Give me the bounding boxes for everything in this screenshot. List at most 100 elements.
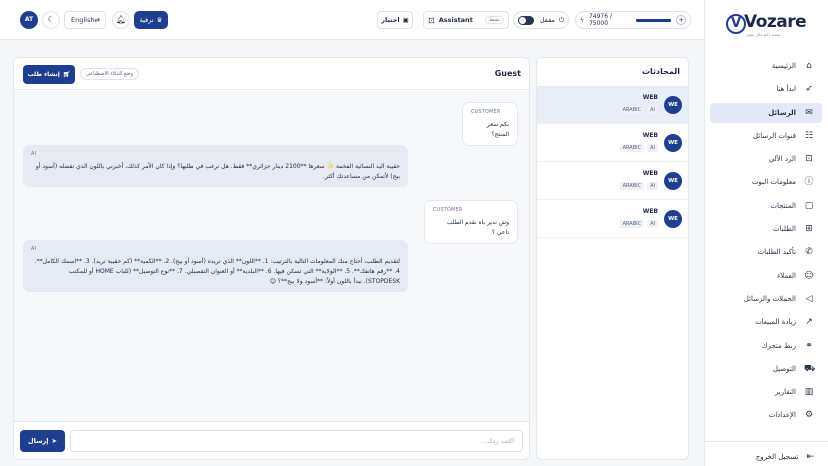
sidebar-item[interactable]: ☺ العملاء xyxy=(710,266,822,286)
sidebar-item[interactable]: ◁ الحملات والرسائل xyxy=(710,289,822,309)
assistant-status-badge: نشط xyxy=(485,16,504,24)
logout-icon: ⇤ xyxy=(806,452,814,462)
ai-mode-badge: وضع الذكاء الاصطناعي xyxy=(80,68,140,80)
conversation-item[interactable]: WE WEB ARABIC AI xyxy=(537,163,688,200)
bot-icon: ⊡ xyxy=(428,15,435,25)
sidebar-item[interactable]: ⓘ معلومات البوت xyxy=(710,172,822,192)
logout-button[interactable]: ⇤ تسجيل الخروج xyxy=(756,452,814,462)
message-role: CUSTOMER xyxy=(433,208,463,213)
conversation-channel: WEB xyxy=(642,170,658,177)
language-selector[interactable]: English ⇄ xyxy=(64,11,106,29)
brand-tagline: منصة ذكية لكل متجر xyxy=(746,32,781,37)
chat-panel: إنشاء طلب 🛒︎ وضع الذكاء الاصطناعي Guest … xyxy=(13,57,530,460)
user-avatar[interactable]: AT xyxy=(20,11,38,29)
chat-icon: ▣ xyxy=(402,16,409,24)
megaphone-icon: ◁ xyxy=(805,293,813,304)
sidebar-item[interactable]: ▥ التقارير xyxy=(710,382,822,402)
conversation-avatar: WE xyxy=(664,210,682,228)
brand-name: Vozare xyxy=(744,12,807,32)
message-text: لتقديم الطلب، أحتاج منك المعلومات التالي… xyxy=(34,258,400,285)
add-credits-button[interactable]: + xyxy=(676,15,686,25)
sidebar-item-label: التوصيل xyxy=(772,364,796,373)
sidebar-item[interactable]: ⊞ الطلبات xyxy=(710,219,822,239)
send-button[interactable]: إرسال ➤ xyxy=(20,430,65,452)
message-ai: AI حقيبة اليد النسائية الفخمة ✨ سعرها **… xyxy=(23,145,408,187)
cart-icon: ⊞ xyxy=(805,224,813,235)
lock-switch[interactable] xyxy=(518,15,534,25)
conversation-channel: WEB xyxy=(642,132,658,139)
sidebar-item-label: التقارير xyxy=(774,388,796,397)
conversation-item[interactable]: WE WEB ARABIC AI xyxy=(537,201,688,238)
sidebar-item-label: زيادة المبيعات xyxy=(755,318,796,327)
sidebar-item-label: العملاء xyxy=(777,271,796,280)
language-label: English xyxy=(71,16,95,24)
sidebar-item-label: معلومات البوت xyxy=(751,178,796,187)
link-icon: ⚭ xyxy=(805,340,813,351)
lock-toggle[interactable]: مقفل ⏻ xyxy=(513,11,569,29)
test-label: اختبار xyxy=(381,16,400,24)
bolt-icon: ϟ xyxy=(580,16,584,24)
conversation-tags: ARABIC AI xyxy=(619,220,658,228)
theme-toggle-button[interactable]: ☾ xyxy=(42,11,60,29)
power-icon: ⏻ xyxy=(558,15,564,24)
message-text: بكم سعر المنتج؟ xyxy=(486,121,509,138)
conversations-panel: المحادثات WE WEB ARABIC AI WE WEB ARABIC AI WE WE… xyxy=(536,57,689,460)
sidebar-item[interactable]: ⚙ الإعدادات xyxy=(710,405,822,425)
message-composer: إرسال ➤ xyxy=(14,421,529,459)
sidebar-item-label: الطلبات xyxy=(773,225,796,234)
sidebar-item-label: الحملات والرسائل xyxy=(743,294,796,303)
sidebar-item[interactable]: ☷ قنوات الرسائل xyxy=(710,126,822,146)
conversation-tag: AI xyxy=(647,144,658,152)
sidebar-item[interactable]: ➶ ابدأ هنا xyxy=(710,79,822,99)
rocket-icon: ➶ xyxy=(805,84,813,95)
conversation-item[interactable]: WE WEB ARABIC AI xyxy=(537,87,688,124)
credits-bar-fill xyxy=(635,18,672,22)
channels-icon: ☷ xyxy=(804,130,814,141)
conversation-item[interactable]: WE WEB ARABIC AI xyxy=(537,125,688,162)
message-text: وش ندير باه نقدم الطلب تاعي ؟ xyxy=(446,219,509,236)
assistant-selector[interactable]: ⊡ Assistant نشط xyxy=(423,11,509,29)
conversation-tag: ARABIC xyxy=(619,144,645,152)
conversation-avatar: WE xyxy=(664,96,682,114)
top-bar: AT ☾ English ⇄ 🔔︎ ترقية ♛ اختبار ▣ ⊡ Ass… xyxy=(0,0,704,40)
sidebar-item[interactable]: ⌂ الرئيسية xyxy=(710,56,822,76)
sidebar-item[interactable]: ✉ الرسائل xyxy=(710,102,822,123)
conversation-channel: WEB xyxy=(642,94,658,101)
brand-logo[interactable]: V Vozare منصة ذكية لكل متجر xyxy=(726,12,807,38)
sidebar-item-label: تأكيد الطلبات xyxy=(757,248,796,257)
conversation-channel: WEB xyxy=(642,208,658,215)
conversations-title: المحادثات xyxy=(641,67,680,76)
notifications-button[interactable]: 🔔︎ xyxy=(112,11,130,29)
users-icon: ☺ xyxy=(804,270,814,281)
assistant-name: Assistant xyxy=(438,16,473,24)
sidebar-item[interactable]: ▢ المنتجات xyxy=(710,196,822,216)
translate-icon: ⇄ xyxy=(94,16,100,24)
message-ai: AI لتقديم الطلب، أحتاج منك المعلومات الت… xyxy=(23,240,408,292)
message-list: CUSTOMER بكم سعر المنتج؟ AI حقيبة اليد ا… xyxy=(14,91,529,421)
home-icon: ⌂ xyxy=(806,61,812,71)
trend-icon: ↗ xyxy=(805,317,813,328)
message-customer: CUSTOMER وش ندير باه نقدم الطلب تاعي ؟ xyxy=(424,200,518,244)
sidebar-item-label: الرد الآلي xyxy=(768,155,796,164)
sidebar-item[interactable]: ⛟ التوصيل xyxy=(710,359,822,379)
sidebar-item-label: الرئيسية xyxy=(771,62,796,70)
sidebar-item[interactable]: ✆ تأكيد الطلبات xyxy=(710,242,822,262)
conversation-tag: AI xyxy=(647,106,658,114)
upgrade-button[interactable]: ترقية ♛ xyxy=(134,11,168,29)
conversation-tag: ARABIC xyxy=(619,106,645,114)
sidebar-item[interactable]: ↗ زيادة المبيعات xyxy=(710,312,822,332)
sidebar-nav: ⌂ الرئيسية ➶ ابدأ هنا ✉ الرسائل ☷ قنوات الرسائل… xyxy=(710,56,822,429)
conversation-tag: AI xyxy=(647,182,658,190)
conversation-tags: ARABIC AI xyxy=(619,144,658,152)
conversation-tag: AI xyxy=(647,220,658,228)
test-button[interactable]: اختبار ▣ xyxy=(377,11,413,29)
message-text: حقيبة اليد النسائية الفخمة ✨ سعرها **210… xyxy=(35,163,400,180)
sidebar: V Vozare منصة ذكية لكل متجر ⌂ الرئيسية ➶ اب… xyxy=(704,0,828,466)
create-order-button[interactable]: إنشاء طلب 🛒︎ xyxy=(23,65,75,84)
sidebar-item[interactable]: ⊡ الرد الآلي xyxy=(710,149,822,169)
sidebar-item[interactable]: ⚭ ربط متجرك xyxy=(710,336,822,356)
send-icon: ➤ xyxy=(51,437,57,445)
message-input[interactable] xyxy=(70,430,523,452)
upgrade-label: ترقية xyxy=(139,16,154,24)
conversation-avatar: WE xyxy=(664,172,682,190)
